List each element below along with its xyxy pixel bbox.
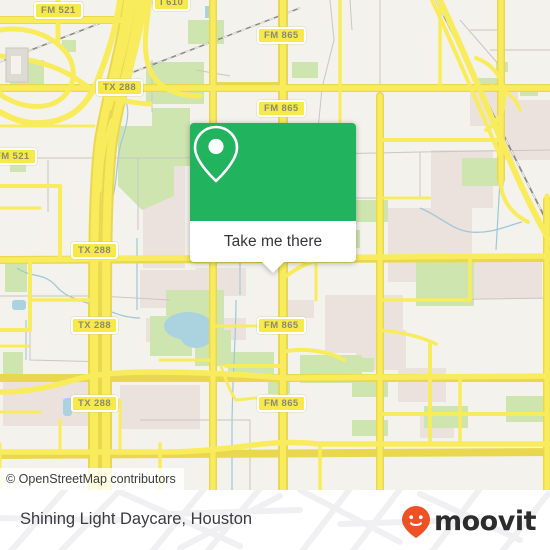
take-me-there-label: Take me there <box>223 232 323 250</box>
bottom-info-bar: Shining Light Daycare, Houston moovit <box>0 490 550 550</box>
road-shield: TX 288 <box>71 317 119 334</box>
callout-header <box>190 123 356 221</box>
road-shield: TX 288 <box>96 79 144 96</box>
road-shield: TX 288 <box>71 395 119 412</box>
road-shield: FM 865 <box>257 27 306 44</box>
callout-pointer <box>262 262 284 273</box>
moovit-brand-logo[interactable]: moovit <box>401 505 537 539</box>
road-shield: FM 865 <box>257 317 306 334</box>
callout-footer[interactable]: Take me there <box>190 221 356 273</box>
road-shield: FM 865 <box>257 100 306 117</box>
map-pin-icon <box>193 125 239 183</box>
moovit-wordmark: moovit <box>434 506 537 537</box>
moovit-map-screenshot: FM 521 I 610 FM 865 TX 288 FM 865 FM 521… <box>0 0 550 550</box>
take-me-there-callout[interactable]: Take me there <box>190 123 356 273</box>
osm-attribution[interactable]: © OpenStreetMap contributors <box>0 468 184 490</box>
road-shield: FM 521 <box>34 2 83 19</box>
road-shield: TX 288 <box>71 242 119 259</box>
road-shield: FM 521 <box>0 148 37 165</box>
map-canvas[interactable]: FM 521 I 610 FM 865 TX 288 FM 865 FM 521… <box>0 0 550 490</box>
building-block <box>5 47 29 83</box>
road-shield: FM 865 <box>257 395 306 412</box>
road-shield: I 610 <box>153 0 191 11</box>
moovit-pin-smiley-icon <box>402 506 430 538</box>
place-title: Shining Light Daycare, Houston <box>20 510 253 528</box>
